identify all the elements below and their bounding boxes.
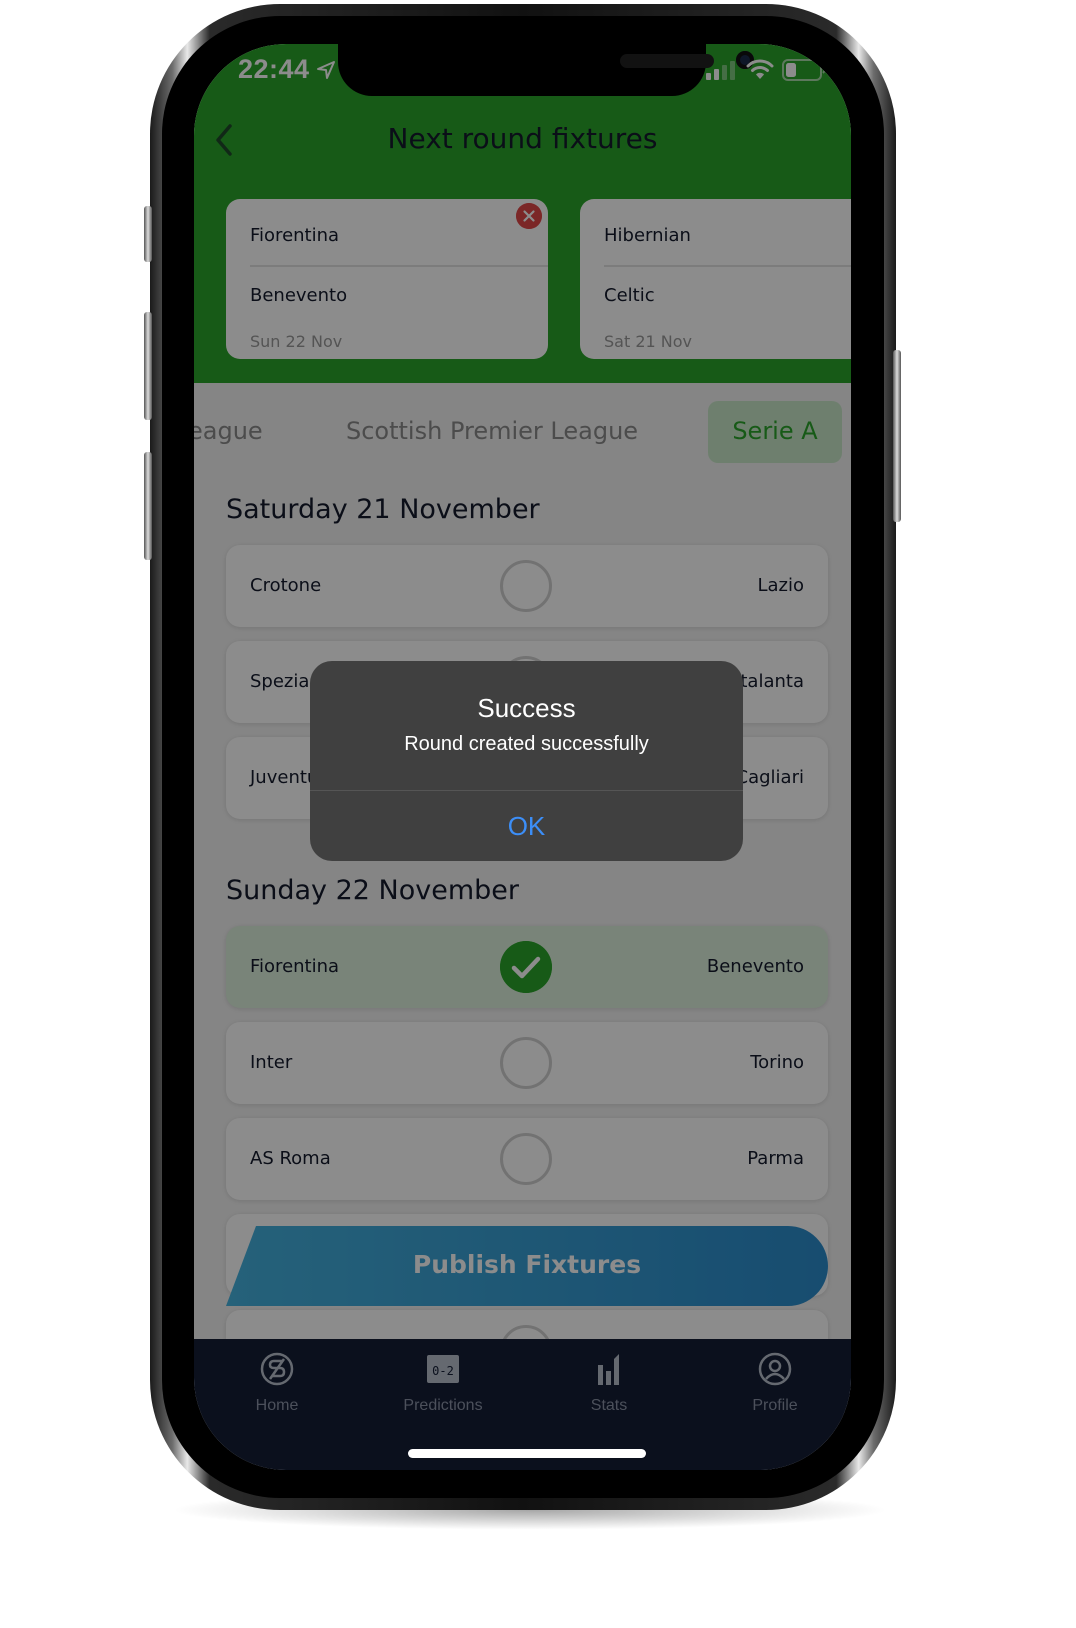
mute-switch — [144, 206, 152, 262]
alert-message: Round created successfully — [404, 733, 649, 755]
alert-title: Success — [477, 693, 576, 723]
volume-down-button — [144, 452, 152, 560]
alert-ok-button[interactable]: OK — [310, 791, 743, 861]
volume-up-button — [144, 312, 152, 420]
success-alert: Success Round created successfully OK — [310, 661, 743, 861]
power-button — [893, 350, 901, 522]
app-screen: 22:44 Next round fixtures Fiorentina Ben… — [194, 44, 851, 1470]
home-indicator[interactable] — [408, 1449, 646, 1458]
